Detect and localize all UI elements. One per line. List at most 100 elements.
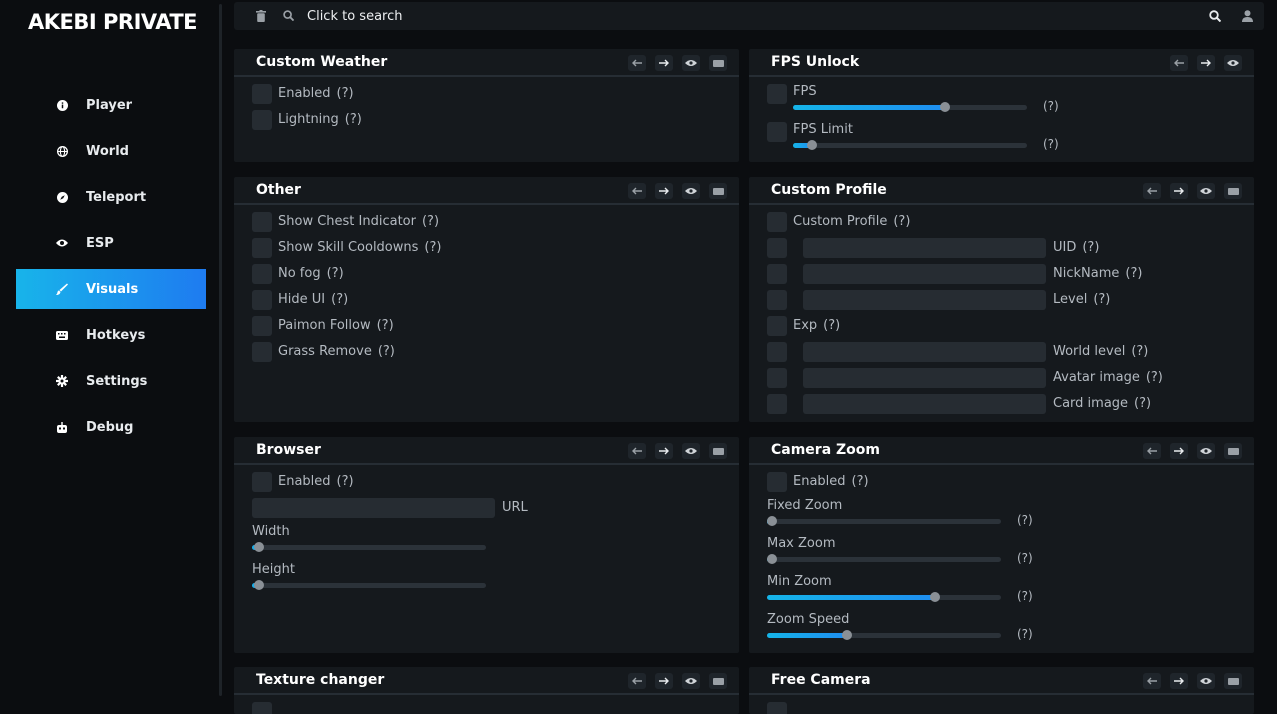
compass-icon xyxy=(56,191,68,203)
fps-limit-slider[interactable] xyxy=(793,140,1027,150)
arrow-left-icon[interactable] xyxy=(1143,443,1161,459)
uid-checkbox[interactable] xyxy=(767,238,787,258)
sidebar-item-debug[interactable]: Debug xyxy=(16,407,206,447)
arrow-right-icon[interactable] xyxy=(1170,183,1188,199)
world-level-field[interactable] xyxy=(803,342,1046,362)
nickname-checkbox[interactable] xyxy=(767,264,787,284)
arrow-right-icon[interactable] xyxy=(655,673,673,689)
keyboard-icon[interactable] xyxy=(709,55,727,71)
card-image-checkbox[interactable] xyxy=(767,394,787,414)
option-label: No fog (?) xyxy=(278,266,344,281)
arrow-right-icon[interactable] xyxy=(655,183,673,199)
slider-knob[interactable] xyxy=(940,102,950,112)
option-checkbox[interactable] xyxy=(252,316,272,336)
eye-icon[interactable] xyxy=(1197,183,1215,199)
eye-icon[interactable] xyxy=(1197,443,1215,459)
slider-knob[interactable] xyxy=(807,140,817,150)
keyboard-icon[interactable] xyxy=(709,673,727,689)
enabled-checkbox[interactable] xyxy=(252,702,272,714)
keyboard-icon[interactable] xyxy=(1224,183,1242,199)
arrow-left-icon[interactable] xyxy=(1143,183,1161,199)
zoom-speed-slider[interactable] xyxy=(767,630,1001,640)
option-checkbox[interactable] xyxy=(252,290,272,310)
enabled-checkbox[interactable] xyxy=(767,702,787,714)
eye-icon[interactable] xyxy=(1197,673,1215,689)
sidebar-item-label: Debug xyxy=(86,419,134,435)
sidebar-item-visuals[interactable]: Visuals xyxy=(16,269,206,309)
app-title: AKEBI PRIVATE xyxy=(28,10,198,34)
custom-profile-label: Custom Profile (?) xyxy=(793,214,911,229)
arrow-right-icon[interactable] xyxy=(655,443,673,459)
fps-slider[interactable] xyxy=(793,102,1027,112)
eye-icon[interactable] xyxy=(682,183,700,199)
avatar-image-field[interactable] xyxy=(803,368,1046,388)
search-submit-icon[interactable] xyxy=(1209,10,1222,26)
world-level-checkbox[interactable] xyxy=(767,342,787,362)
lightning-checkbox[interactable] xyxy=(252,110,272,130)
fps-checkbox[interactable] xyxy=(767,84,787,104)
slider-knob[interactable] xyxy=(842,630,852,640)
width-slider[interactable] xyxy=(252,542,486,552)
card-image-field[interactable] xyxy=(803,394,1046,414)
eye-icon[interactable] xyxy=(682,443,700,459)
level-field[interactable] xyxy=(803,290,1046,310)
arrow-right-icon[interactable] xyxy=(1170,443,1188,459)
option-checkbox[interactable] xyxy=(252,212,272,232)
sidebar-item-teleport[interactable]: Teleport xyxy=(16,177,206,217)
sidebar-item-settings[interactable]: Settings xyxy=(16,361,206,401)
arrow-left-icon[interactable] xyxy=(628,55,646,71)
eye-icon[interactable] xyxy=(682,673,700,689)
slider-knob[interactable] xyxy=(767,516,777,526)
avatar-image-checkbox[interactable] xyxy=(767,368,787,388)
option-checkbox[interactable] xyxy=(252,264,272,284)
search-input[interactable]: Click to search xyxy=(307,9,402,24)
arrow-left-icon[interactable] xyxy=(628,673,646,689)
keyboard-icon xyxy=(56,329,68,341)
enabled-checkbox[interactable] xyxy=(252,472,272,492)
enabled-checkbox[interactable] xyxy=(252,84,272,104)
uid-field[interactable] xyxy=(803,238,1046,258)
keyboard-icon[interactable] xyxy=(1224,443,1242,459)
slider-knob[interactable] xyxy=(930,592,940,602)
option-checkbox[interactable] xyxy=(252,342,272,362)
search-bar[interactable]: Click to search xyxy=(234,2,1264,30)
arrow-left-icon[interactable] xyxy=(1170,55,1188,71)
option-checkbox[interactable] xyxy=(252,238,272,258)
arrow-right-icon[interactable] xyxy=(1170,673,1188,689)
panel-free-camera: Free Camera xyxy=(749,667,1254,714)
sidebar-item-hotkeys[interactable]: Hotkeys xyxy=(16,315,206,355)
height-slider[interactable] xyxy=(252,580,486,590)
eye-icon[interactable] xyxy=(1224,55,1242,71)
option-label: Grass Remove (?) xyxy=(278,344,395,359)
eye-icon[interactable] xyxy=(682,55,700,71)
arrow-right-icon[interactable] xyxy=(1197,55,1215,71)
keyboard-icon[interactable] xyxy=(1224,673,1242,689)
custom-profile-checkbox[interactable] xyxy=(767,212,787,232)
url-field[interactable] xyxy=(252,498,495,518)
user-icon[interactable] xyxy=(1242,10,1253,26)
arrow-left-icon[interactable] xyxy=(1143,673,1161,689)
fps-limit-checkbox[interactable] xyxy=(767,122,787,142)
sidebar-divider xyxy=(219,4,222,696)
sidebar-item-player[interactable]: Player xyxy=(16,85,206,125)
level-checkbox[interactable] xyxy=(767,290,787,310)
keyboard-icon[interactable] xyxy=(709,443,727,459)
help-marker: (?) xyxy=(1017,627,1033,641)
keyboard-icon[interactable] xyxy=(709,183,727,199)
trash-icon[interactable] xyxy=(256,10,266,26)
max-zoom-slider[interactable] xyxy=(767,554,1001,564)
sidebar-item-world[interactable]: World xyxy=(16,131,206,171)
sidebar-item-esp[interactable]: ESP xyxy=(16,223,206,263)
exp-checkbox[interactable] xyxy=(767,316,787,336)
slider-knob[interactable] xyxy=(254,542,264,552)
min-zoom-slider[interactable] xyxy=(767,592,1001,602)
enabled-checkbox[interactable] xyxy=(767,472,787,492)
arrow-left-icon[interactable] xyxy=(628,443,646,459)
slider-knob[interactable] xyxy=(254,580,264,590)
slider-knob[interactable] xyxy=(767,554,777,564)
panel-custom-profile: Custom Profile Custom Profile (?) UID (?) … xyxy=(749,177,1254,422)
arrow-right-icon[interactable] xyxy=(655,55,673,71)
fixed-zoom-slider[interactable] xyxy=(767,516,1001,526)
arrow-left-icon[interactable] xyxy=(628,183,646,199)
nickname-field[interactable] xyxy=(803,264,1046,284)
